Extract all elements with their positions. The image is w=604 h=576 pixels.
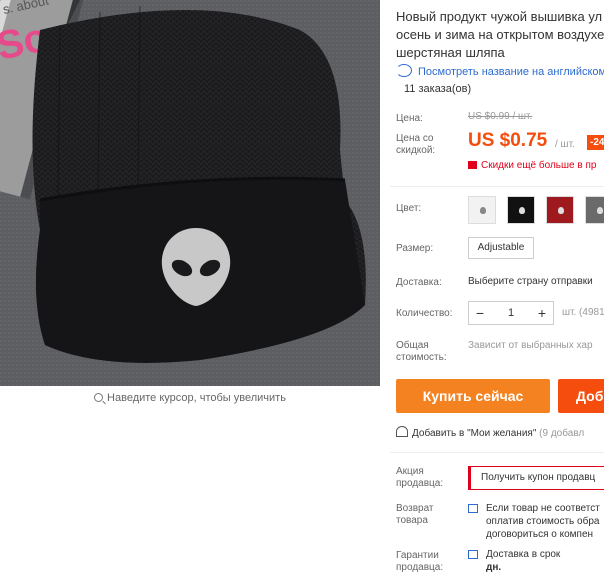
promo-text: Скидки ещё больше в пр: [481, 160, 597, 171]
size-option-adjustable[interactable]: Adjustable: [468, 237, 534, 259]
guarantee-label: Гарантии продавца:: [396, 550, 444, 573]
get-coupon-button[interactable]: Получить купон продавц: [468, 466, 604, 490]
promo-link[interactable]: Скидки ещё больше в пр: [468, 160, 596, 171]
old-price: US $0.99 / шт.: [468, 111, 533, 122]
qty-input[interactable]: 1: [491, 302, 531, 324]
product-info-panel: Новый продукт чужой вышивка ул осень и з…: [390, 0, 604, 576]
heart-icon: [396, 426, 408, 437]
gift-icon: [468, 161, 477, 169]
qty-minus-button[interactable]: −: [469, 302, 491, 324]
delivery-icon: [468, 550, 478, 559]
color-swatch-white[interactable]: [468, 196, 496, 224]
total-label: Общая стоимость:: [396, 340, 447, 363]
buy-now-button[interactable]: Купить сейчас: [396, 379, 550, 413]
return-icon: [468, 504, 478, 513]
translate-link-text: Посмотреть название на английском: [418, 66, 604, 78]
translate-icon: [396, 64, 412, 77]
shipping-text[interactable]: Выберите страну отправки: [468, 276, 593, 287]
magnifier-icon: [94, 393, 104, 402]
size-label: Размер:: [396, 243, 434, 254]
guarantee-line: дн.: [486, 562, 502, 573]
zoom-hint-text: Наведите курсор, чтобы увеличить: [107, 392, 286, 404]
quantity-stepper: − 1 +: [468, 301, 554, 325]
color-swatch-black[interactable]: [507, 196, 535, 224]
wishlist-text: Добавить в "Мои желания": [412, 428, 537, 439]
return-line: договориться о компен: [486, 529, 594, 540]
return-line: Если товар не соответст: [486, 503, 600, 514]
current-price: US $0.75: [468, 130, 548, 151]
beanie-photo: s. about So: [0, 0, 380, 386]
discount-price-label: Цена со скидкой:: [396, 133, 436, 156]
total-text: Зависит от выбранных хар: [468, 340, 593, 351]
color-swatch-red[interactable]: [546, 196, 574, 224]
discount-badge: -24: [587, 135, 604, 150]
wishlist-count: (9 добавл: [539, 428, 585, 439]
zoom-hint: Наведите курсор, чтобы увеличить: [0, 392, 380, 404]
divider: [390, 452, 604, 453]
product-title: Новый продукт чужой вышивка ул осень и з…: [396, 9, 604, 60]
return-line: оплатив стоимость обра: [486, 516, 600, 527]
add-to-cart-button[interactable]: Доб: [558, 379, 604, 413]
guarantee-line: Доставка в срок: [486, 549, 561, 560]
translate-link[interactable]: Посмотреть название на английском: [396, 64, 604, 78]
return-label: Возврат товара: [396, 503, 434, 526]
orders-count: 11 заказа(ов): [404, 83, 472, 95]
wishlist-link[interactable]: Добавить в "Мои желания" (9 добавл: [396, 426, 584, 439]
qty-plus-button[interactable]: +: [531, 302, 553, 324]
color-label: Цвет:: [396, 203, 422, 214]
product-image[interactable]: s. about So: [0, 0, 380, 386]
color-swatch-gray[interactable]: [585, 196, 604, 224]
quantity-label: Количество:: [396, 308, 453, 319]
shipping-label: Доставка:: [396, 277, 442, 288]
price-label: Цена:: [396, 113, 423, 124]
quantity-available: шт. (4981: [562, 307, 604, 318]
seller-promo-label: Акция продавца:: [396, 466, 444, 489]
divider: [390, 186, 604, 187]
price-unit: / шт.: [555, 139, 575, 150]
